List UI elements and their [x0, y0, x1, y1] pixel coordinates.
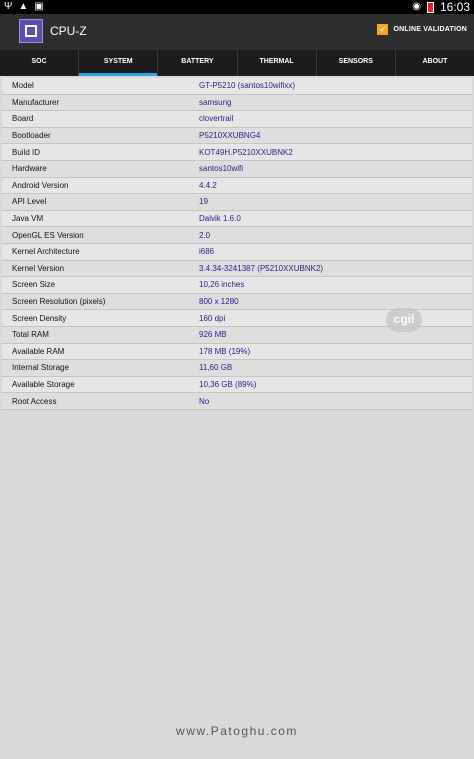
row-value: 3.4.34-3241387 (P5210XXUBNK2) — [199, 263, 324, 273]
info-row-kernel-architecture: Kernel Architecture i686 — [2, 243, 472, 261]
battery-icon — [426, 1, 434, 13]
row-label: Android Version — [12, 180, 69, 190]
row-label: Kernel Architecture — [12, 247, 80, 257]
row-label: Hardware — [12, 164, 47, 174]
row-value: P5210XXUBNG4 — [199, 131, 261, 141]
row-label: API Level — [12, 197, 47, 207]
info-row-manufacturer: Manufacturer samsung — [2, 94, 472, 112]
app-bar: CPU-Z ✓ ONLINE VALIDATION — [0, 14, 474, 50]
app-title: CPU-Z — [50, 24, 87, 38]
tab-about[interactable]: ABOUT — [396, 50, 474, 76]
row-value: 10,36 GB (89%) — [199, 379, 257, 389]
tab-soc[interactable]: SOC — [0, 50, 80, 76]
info-row-java-vm: Java VM Dalvik 1.6.0 — [2, 210, 472, 228]
cpu-z-logo-icon[interactable] — [19, 19, 43, 43]
row-value: 10,26 inches — [199, 280, 245, 290]
row-value: 926 MB — [199, 330, 227, 340]
watermark-badge: cgil — [386, 308, 422, 332]
row-label: Manufacturer — [12, 97, 60, 107]
row-label: Screen Resolution (pixels) — [12, 297, 106, 307]
info-row-root-access: Root Access No — [2, 393, 472, 410]
validation-check-icon: ✓ — [377, 24, 389, 35]
chip-icon — [25, 25, 37, 37]
info-row-bootloader: Bootloader P5210XXUBNG4 — [2, 127, 472, 145]
row-value: 19 — [199, 197, 208, 207]
row-value: 2.0 — [199, 230, 211, 240]
info-row-android-version: Android Version 4.4.2 — [2, 177, 472, 195]
info-row-internal-storage: Internal Storage 11,60 GB — [2, 360, 472, 377]
row-label: Bootloader — [12, 131, 51, 141]
info-row-available-ram: Available RAM 178 MB (19%) — [2, 343, 472, 361]
row-label: Root Access — [12, 396, 57, 406]
row-value: 11,60 GB — [199, 363, 233, 373]
wifi-icon: ◉ — [412, 1, 421, 12]
status-bar-notifications: Ψ ▲ ▣ — [4, 1, 44, 13]
info-row-available-storage: Available Storage 10,36 GB (89%) — [2, 376, 472, 394]
warning-icon: ▲ — [18, 1, 29, 12]
info-row-model: Model GT-P5210 (santos10wifixx) — [2, 78, 472, 95]
tab-thermal[interactable]: THERMAL — [238, 50, 317, 76]
footer-watermark: www.Patoghu.com — [176, 724, 298, 738]
image-icon: ▣ — [34, 1, 44, 12]
info-row-api-level: API Level 19 — [2, 194, 472, 211]
info-row-opengl-es-version: OpenGL ES Version 2.0 — [2, 227, 472, 244]
row-label: Internal Storage — [12, 363, 69, 373]
row-value: 178 MB (19%) — [199, 346, 251, 356]
row-value: 4.4.2 — [199, 180, 217, 190]
row-value: KOT49H.P5210XXUBNK2 — [199, 147, 293, 157]
info-row-kernel-version: Kernel Version 3.4.34-3241387 (P5210XXUBN… — [2, 260, 472, 278]
online-validation-button[interactable]: ✓ ONLINE VALIDATION — [377, 24, 467, 35]
row-label: Total RAM — [12, 330, 49, 340]
row-label: Screen Density — [12, 313, 67, 323]
info-row-hardware: Hardware santos10wifi — [2, 160, 472, 178]
row-value: clovertrail — [199, 114, 234, 124]
info-row-board: Board clovertrail — [2, 111, 472, 128]
row-label: OpenGL ES Version — [12, 230, 84, 240]
row-value: i686 — [199, 247, 215, 257]
row-value: Dalvik 1.6.0 — [199, 214, 241, 224]
usb-icon: Ψ — [4, 1, 13, 12]
row-label: Available Storage — [12, 379, 75, 389]
info-row-build-id: Build ID KOT49H.P5210XXUBNK2 — [2, 144, 472, 161]
system-info-table: Model GT-P5210 (santos10wifixx) Manufactu… — [2, 78, 472, 410]
row-label: Kernel Version — [12, 263, 65, 273]
tab-sensors[interactable]: SENSORS — [317, 50, 396, 76]
row-label: Screen Size — [12, 280, 56, 290]
tab-bar: SOC SYSTEM BATTERY THERMAL SENSORS ABOUT — [0, 50, 474, 76]
row-value: 800 x 1280 — [199, 297, 239, 307]
clock: 16:03 — [439, 0, 470, 14]
tab-system[interactable]: SYSTEM — [79, 50, 159, 76]
row-label: Build ID — [12, 147, 41, 157]
row-value: samsung — [199, 97, 232, 107]
online-validation-label: ONLINE VALIDATION — [393, 26, 467, 33]
status-bar-system: ◉ 16:03 — [412, 0, 470, 14]
info-row-screen-size: Screen Size 10,26 inches — [2, 277, 472, 294]
row-value: santos10wifi — [199, 164, 244, 174]
row-label: Available RAM — [12, 346, 65, 356]
status-bar: Ψ ▲ ▣ ◉ 16:03 — [0, 0, 474, 14]
row-value: 160 dpi — [199, 313, 226, 323]
row-label: Java VM — [12, 214, 44, 224]
row-label: Model — [12, 81, 34, 91]
tab-battery[interactable]: BATTERY — [158, 50, 238, 76]
row-label: Board — [12, 114, 34, 124]
row-value: GT-P5210 (santos10wifixx) — [199, 81, 296, 91]
row-value: No — [199, 396, 210, 406]
